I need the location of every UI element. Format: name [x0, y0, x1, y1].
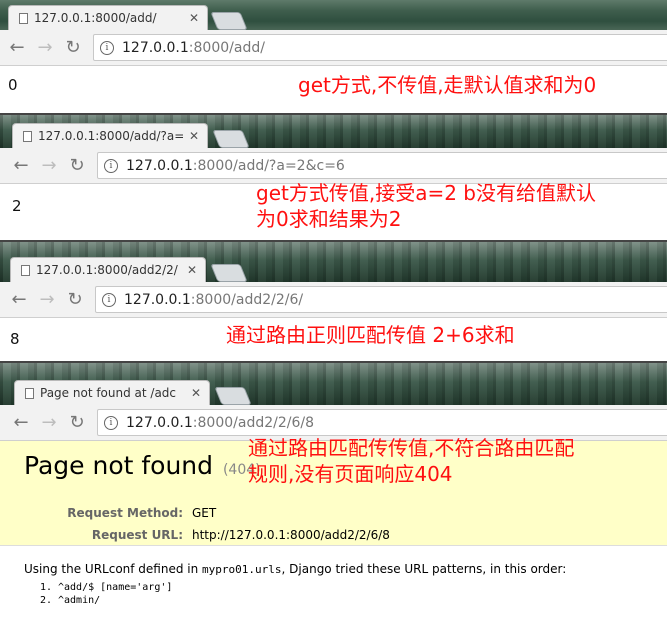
url-pattern: ^admin/ — [58, 595, 643, 606]
browser-toolbar: ← → ↻ i 127.0.0.1:8000/add2/2/6/ — [0, 282, 667, 318]
browser-window-2: 127.0.0.1:8000/add/?a= ✕ ← → ↻ i 127.0.0… — [0, 115, 667, 240]
annotation-line: 通过路由正则匹配传值 2+6求和 — [226, 323, 515, 347]
new-tab-button[interactable] — [210, 264, 248, 282]
request-method-value: GET — [192, 506, 217, 520]
reload-icon[interactable]: ↻ — [64, 289, 86, 311]
browser-toolbar: ← → ↻ i 127.0.0.1:8000/add/?a=2&c=6 — [0, 148, 667, 184]
annotation-line: 为0求和结果为2 — [256, 207, 402, 231]
page-title: Page not found (404) — [24, 451, 261, 480]
tab-title: Page not found at /adc — [40, 386, 177, 400]
url-host: 127.0.0.1 — [126, 157, 193, 174]
address-bar[interactable]: i 127.0.0.1:8000/add2/2/6/8 — [97, 409, 667, 436]
close-icon[interactable]: ✕ — [187, 263, 197, 277]
info-icon[interactable]: i — [104, 158, 118, 173]
address-bar[interactable]: i 127.0.0.1:8000/add/?a=2&c=6 — [97, 152, 667, 179]
error-details: Using the URLconf defined in mypro01.url… — [0, 546, 667, 617]
info-icon[interactable]: i — [100, 40, 114, 55]
close-icon[interactable]: ✕ — [191, 386, 201, 400]
info-icon[interactable]: i — [102, 292, 116, 307]
tab-strip: 127.0.0.1:8000/add/ ✕ — [0, 0, 667, 30]
close-icon[interactable]: ✕ — [189, 11, 199, 25]
reload-icon[interactable]: ↻ — [62, 37, 84, 59]
tab-strip: 127.0.0.1:8000/add/?a= ✕ — [0, 115, 667, 148]
sum-result: 0 — [8, 76, 18, 94]
page-icon — [25, 387, 34, 399]
browser-toolbar: ← → ↻ i 127.0.0.1:8000/add/ — [0, 30, 667, 66]
annotation-line: get方式,不传值,走默认值求和为0 — [298, 73, 597, 97]
tab-strip: Page not found at /adc ✕ — [0, 363, 667, 405]
browser-window-4: Page not found at /adc ✕ ← → ↻ i 127.0.0… — [0, 363, 667, 617]
browser-tab[interactable]: 127.0.0.1:8000/add/?a= ✕ — [12, 123, 208, 148]
browser-window-1: 127.0.0.1:8000/add/ ✕ ← → ↻ i 127.0.0.1:… — [0, 0, 667, 113]
reload-icon[interactable]: ↻ — [66, 155, 88, 177]
info-icon[interactable]: i — [104, 415, 118, 430]
annotation: get方式传值,接受a=2 b没有给值默认 为0求和结果为2 — [256, 180, 596, 232]
page-icon — [19, 12, 28, 24]
annotation-line: 规则,没有页面响应404 — [248, 462, 453, 486]
url-pattern: ^add/$ [name='arg'] — [58, 582, 643, 593]
tab-strip: 127.0.0.1:8000/add2/2/ ✕ — [0, 242, 667, 282]
url-path: :8000/add/ — [188, 39, 265, 56]
annotation: get方式,不传值,走默认值求和为0 — [298, 72, 596, 98]
browser-tab[interactable]: Page not found at /adc ✕ — [14, 380, 210, 405]
tab-title: 127.0.0.1:8000/add2/2/ — [36, 263, 178, 277]
annotation-line: get方式传值,接受a=2 b没有给值默认 — [256, 181, 596, 205]
back-arrow-icon[interactable]: ← — [6, 37, 28, 59]
address-bar[interactable]: i 127.0.0.1:8000/add/ — [93, 34, 667, 61]
page-content: 8 通过路由正则匹配传值 2+6求和 — [0, 318, 667, 361]
back-arrow-icon[interactable]: ← — [8, 289, 30, 311]
urlconf-prefix: Using the URLconf defined in — [24, 562, 203, 576]
annotation-line: 通过路由匹配传传值,不符合路由匹配 — [248, 436, 575, 460]
url-host: 127.0.0.1 — [126, 414, 193, 431]
new-tab-button[interactable] — [214, 387, 252, 405]
new-tab-button[interactable] — [212, 130, 250, 148]
back-arrow-icon[interactable]: ← — [10, 155, 32, 177]
request-method-label: Request Method: — [67, 506, 183, 520]
urlconf-module: mypro01.urls — [202, 563, 282, 576]
error-summary: Page not found (404) Request Method: GET… — [0, 436, 667, 546]
url-path: :8000/add2/2/6/ — [190, 291, 304, 308]
page-icon — [23, 130, 32, 142]
url-path: :8000/add/?a=2&c=6 — [192, 157, 345, 174]
urlconf-message: Using the URLconf defined in mypro01.url… — [24, 562, 643, 576]
address-bar[interactable]: i 127.0.0.1:8000/add2/2/6/ — [95, 286, 667, 313]
reload-icon[interactable]: ↻ — [66, 412, 88, 434]
sum-result: 8 — [10, 330, 20, 348]
forward-arrow-icon[interactable]: → — [36, 289, 58, 311]
forward-arrow-icon[interactable]: → — [34, 37, 56, 59]
sum-result: 2 — [12, 197, 22, 215]
annotation: 通过路由正则匹配传值 2+6求和 — [226, 322, 515, 348]
page-content: 0 get方式,不传值,走默认值求和为0 — [0, 66, 667, 113]
request-url-value: http://127.0.0.1:8000/add2/2/6/8 — [192, 528, 390, 542]
url-pattern-list: ^add/$ [name='arg'] ^admin/ — [58, 582, 643, 606]
tab-title: 127.0.0.1:8000/add/ — [34, 11, 157, 25]
page-icon — [21, 264, 30, 276]
url-path: :8000/add2/2/6/8 — [192, 414, 314, 431]
close-icon[interactable]: ✕ — [189, 129, 199, 143]
urlconf-suffix: , Django tried these URL patterns, in th… — [281, 562, 567, 576]
browser-window-3: 127.0.0.1:8000/add2/2/ ✕ ← → ↻ i 127.0.0… — [0, 242, 667, 361]
new-tab-button[interactable] — [210, 12, 248, 30]
browser-tab[interactable]: 127.0.0.1:8000/add/ ✕ — [8, 5, 208, 30]
url-host: 127.0.0.1 — [124, 291, 191, 308]
url-host: 127.0.0.1 — [122, 39, 189, 56]
tab-title: 127.0.0.1:8000/add/?a= — [38, 129, 183, 143]
page-content: 2 get方式传值,接受a=2 b没有给值默认 为0求和结果为2 — [0, 181, 667, 240]
browser-tab[interactable]: 127.0.0.1:8000/add2/2/ ✕ — [10, 257, 206, 282]
annotation: 通过路由匹配传传值,不符合路由匹配 规则,没有页面响应404 — [248, 435, 574, 487]
request-url-label: Request URL: — [91, 528, 183, 542]
back-arrow-icon[interactable]: ← — [10, 412, 32, 434]
forward-arrow-icon[interactable]: → — [38, 155, 60, 177]
error-title: Page not found — [24, 451, 214, 480]
forward-arrow-icon[interactable]: → — [38, 412, 60, 434]
